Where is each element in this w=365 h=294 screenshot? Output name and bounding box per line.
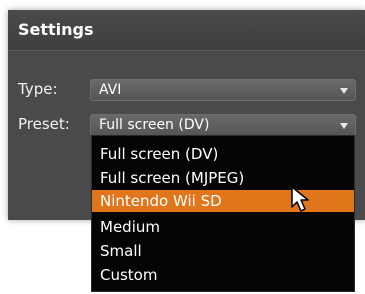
preset-option-full-screen-dv[interactable]: Full screen (DV) bbox=[92, 143, 354, 165]
preset-option-nintendo-wii-sd[interactable]: Nintendo Wii SD bbox=[92, 190, 354, 212]
settings-title: Settings bbox=[18, 20, 94, 39]
page: Settings Type: AVI Preset: Full screen (… bbox=[0, 0, 365, 294]
preset-option-full-screen-mjpeg[interactable]: Full screen (MJPEG) bbox=[92, 167, 354, 189]
preset-select-value: Full screen (DV) bbox=[99, 117, 210, 133]
preset-option-small[interactable]: Small bbox=[92, 240, 354, 262]
mouse-pointer-icon bbox=[291, 186, 309, 212]
type-select[interactable]: AVI bbox=[90, 79, 356, 101]
settings-header: Settings bbox=[8, 10, 365, 51]
type-label: Type: bbox=[18, 80, 58, 98]
preset-option-custom[interactable]: Custom bbox=[92, 264, 354, 286]
chevron-down-icon bbox=[340, 88, 348, 94]
preset-select[interactable]: Full screen (DV) bbox=[90, 114, 356, 136]
type-select-value: AVI bbox=[99, 82, 122, 98]
preset-dropdown-menu[interactable]: Full screen (DV) Full screen (MJPEG) Nin… bbox=[91, 135, 355, 292]
chevron-down-icon bbox=[340, 123, 348, 129]
preset-option-medium[interactable]: Medium bbox=[92, 216, 354, 238]
preset-label: Preset: bbox=[18, 115, 70, 133]
